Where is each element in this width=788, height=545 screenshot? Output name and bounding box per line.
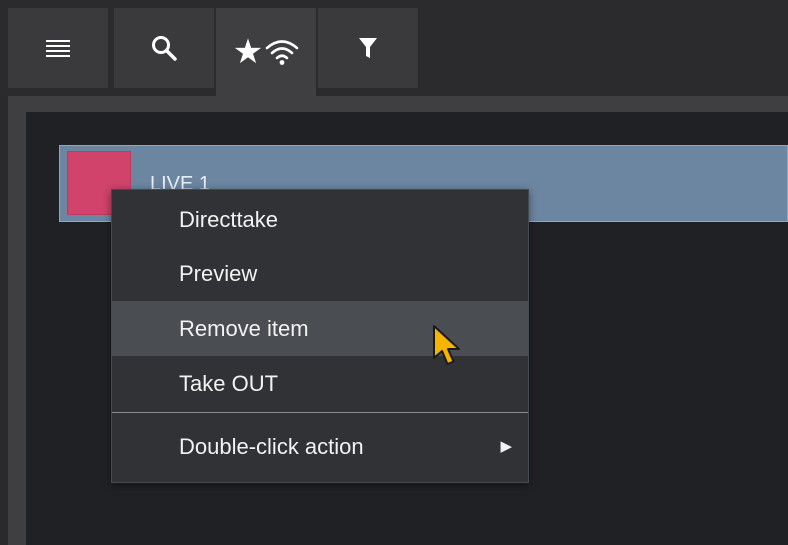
toolbar: ★ bbox=[0, 0, 788, 96]
context-menu: Directtake Preview Remove item Take OUT … bbox=[111, 189, 529, 483]
menu-separator bbox=[112, 412, 528, 413]
menu-item-label: Take OUT bbox=[179, 371, 279, 396]
menu-item-label: Directtake bbox=[179, 207, 279, 232]
mouse-cursor-icon bbox=[431, 324, 465, 368]
star-icon: ★ bbox=[232, 32, 264, 72]
wifi-icon bbox=[265, 38, 299, 66]
tab-search[interactable] bbox=[114, 8, 214, 88]
menu-item-take-out[interactable]: Take OUT bbox=[112, 356, 528, 411]
menu-item-label: Double-click action bbox=[179, 434, 364, 459]
filter-icon bbox=[358, 37, 378, 59]
menu-item-label: Preview bbox=[179, 261, 258, 286]
menu-item-label: Remove item bbox=[179, 316, 309, 341]
submenu-arrow-icon: ▶ bbox=[500, 437, 512, 455]
menu-item-remove-item[interactable]: Remove item bbox=[112, 301, 528, 356]
menu-item-directtake[interactable]: Directtake bbox=[112, 192, 528, 247]
tab-filter[interactable] bbox=[318, 8, 418, 88]
list-icon bbox=[46, 38, 70, 58]
tab-favorites-live[interactable]: ★ bbox=[216, 8, 316, 96]
menu-item-preview[interactable]: Preview bbox=[112, 246, 528, 301]
search-icon bbox=[150, 34, 178, 62]
tab-list-view[interactable] bbox=[8, 8, 108, 88]
menu-item-double-click-action[interactable]: Double-click action ▶ bbox=[112, 419, 528, 474]
app-window: ★ LIVE 1 Directtake Preview Remove item … bbox=[0, 0, 788, 545]
